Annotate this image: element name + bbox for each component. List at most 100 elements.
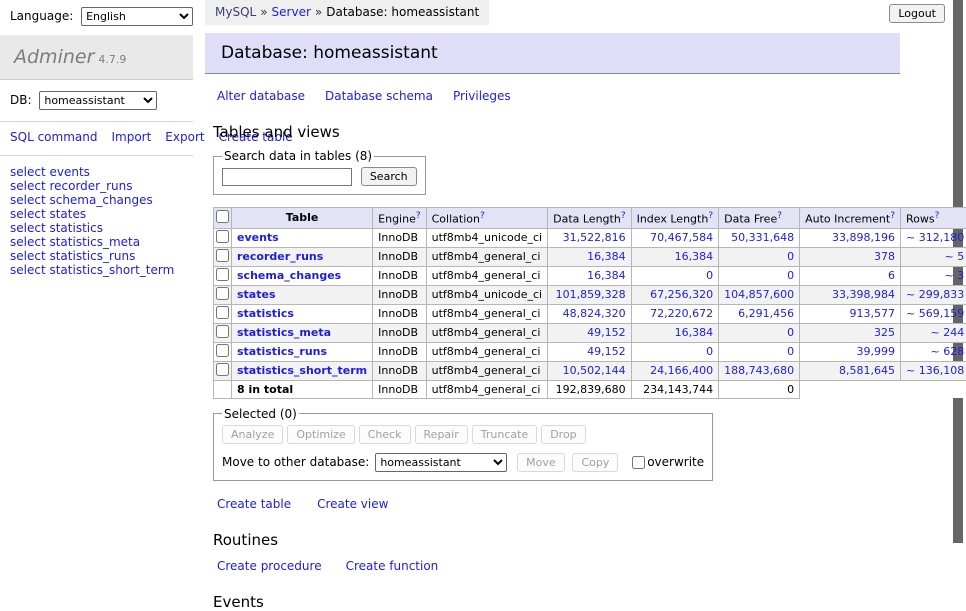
cell-auto-increment-link[interactable]: 913,577 [805,307,895,320]
breadcrumb-item-mysql[interactable]: MySQL [215,5,256,19]
overwrite-checkbox[interactable] [632,456,645,469]
bulk-truncate-button[interactable]: Truncate [472,425,537,444]
cell-data-free-link[interactable]: 0 [724,250,794,263]
cell-data-free-link[interactable]: 0 [724,326,794,339]
table-name-link[interactable]: statistics_short_term [237,364,367,377]
sidebar-action-sql-command[interactable]: SQL command [10,130,97,144]
table-name-link[interactable]: statistics [237,307,294,320]
cell-data-length-link[interactable]: 16,384 [553,269,625,282]
cell-data-length-link[interactable]: 48,824,320 [553,307,625,320]
cell-data-length-link[interactable]: 16,384 [553,250,625,263]
cell-rows-link[interactable]: ~ 3 [906,269,964,282]
row-checkbox[interactable] [216,325,229,338]
select-all-checkbox[interactable] [216,210,229,223]
cell-data-length-link[interactable]: 49,152 [553,326,625,339]
db-action-alter-database[interactable]: Alter database [217,89,305,103]
cell-rows-link[interactable]: ~ 5 [906,250,964,263]
cell-rows-link[interactable]: ~ 628 [906,345,964,358]
row-checkbox[interactable] [216,249,229,262]
cell-data-free-link[interactable]: 0 [724,269,794,282]
db-action-database-schema[interactable]: Database schema [325,89,433,103]
column-hint-link[interactable]: ? [890,211,895,221]
bulk-drop-button[interactable]: Drop [541,425,585,444]
cell-index-length-link[interactable]: 0 [637,269,714,282]
cell-data-length-link[interactable]: 10,502,144 [553,364,625,377]
sidebar-link-select-recorder-runs[interactable]: select recorder_runs [10,179,183,193]
routine-link-create-procedure[interactable]: Create procedure [217,559,322,573]
cell-data-free-link[interactable]: 50,331,648 [724,231,794,244]
cell-data-length-link[interactable]: 49,152 [553,345,625,358]
cell-auto-increment-link[interactable]: 325 [805,326,895,339]
sidebar-link-select-events[interactable]: select events [10,165,183,179]
routine-link-create-function[interactable]: Create function [346,559,439,573]
row-checkbox[interactable] [216,230,229,243]
cell-index-length-link[interactable]: 16,384 [637,326,714,339]
sidebar-link-select-schema-changes[interactable]: select schema_changes [10,193,183,207]
move-db-select[interactable]: homeassistant [375,453,507,472]
table-name-link[interactable]: recorder_runs [237,250,323,263]
create-link-create-view[interactable]: Create view [317,497,388,511]
cell-data-length-link[interactable]: 101,859,328 [553,288,625,301]
logout-button[interactable]: Logout [889,4,945,23]
cell-data-free-link[interactable]: 6,291,456 [724,307,794,320]
move-button[interactable]: Move [517,453,565,472]
cell-data-free-link[interactable]: 104,857,600 [724,288,794,301]
column-hint-link[interactable]: ? [416,211,421,221]
row-checkbox[interactable] [216,268,229,281]
bulk-analyze-button[interactable]: Analyze [222,425,283,444]
cell-auto-increment-link[interactable]: 6 [805,269,895,282]
sidebar-link-select-states[interactable]: select states [10,207,183,221]
sidebar-link-select-statistics-short-term[interactable]: select statistics_short_term [10,263,183,277]
table-name-link[interactable]: events [237,231,279,244]
cell-data-length-link[interactable]: 31,522,816 [553,231,625,244]
sidebar-link-select-statistics-meta[interactable]: select statistics_meta [10,235,183,249]
cell-rows-link[interactable]: ~ 569,159 [906,307,964,320]
cell-auto-increment-link[interactable]: 33,898,196 [805,231,895,244]
breadcrumb-item-server[interactable]: Server [272,5,311,19]
sidebar-action-import[interactable]: Import [111,130,151,144]
column-hint-link[interactable]: ? [777,211,782,221]
row-checkbox[interactable] [216,363,229,376]
table-name-link[interactable]: states [237,288,276,301]
column-hint-link[interactable]: ? [621,211,626,221]
cell-index-length-link[interactable]: 0 [637,345,714,358]
bulk-repair-button[interactable]: Repair [415,425,468,444]
cell-data-free-link[interactable]: 188,743,680 [724,364,794,377]
bulk-optimize-button[interactable]: Optimize [287,425,354,444]
column-hint-link[interactable]: ? [708,211,713,221]
table-name-link[interactable]: schema_changes [237,269,341,282]
language-select[interactable]: English [81,7,193,26]
row-checkbox[interactable] [216,287,229,300]
column-hint-link[interactable]: ? [935,211,940,221]
sidebar-link-select-statistics[interactable]: select statistics [10,221,183,235]
sidebar-action-export[interactable]: Export [165,130,204,144]
cell-rows-link[interactable]: ~ 299,833 [906,288,964,301]
cell-rows-link[interactable]: ~ 312,180 [906,231,964,244]
bulk-check-button[interactable]: Check [359,425,411,444]
search-button[interactable]: Search [361,167,417,186]
cell-index-length-link[interactable]: 72,220,672 [637,307,714,320]
cell-index-length-link[interactable]: 24,166,400 [637,364,714,377]
row-checkbox[interactable] [216,344,229,357]
cell-auto-increment-link[interactable]: 39,999 [805,345,895,358]
table-name-link[interactable]: statistics_meta [237,326,331,339]
cell-rows-link[interactable]: ~ 136,108 [906,364,964,377]
table-name-link[interactable]: statistics_runs [237,345,327,358]
copy-button[interactable]: Copy [572,453,618,472]
db-select[interactable]: homeassistant [39,91,157,110]
sidebar-link-select-statistics-runs[interactable]: select statistics_runs [10,249,183,263]
cell-index-length-link[interactable]: 16,384 [637,250,714,263]
cell-auto-increment-link[interactable]: 8,581,645 [805,364,895,377]
create-link-create-table[interactable]: Create table [217,497,291,511]
row-checkbox[interactable] [216,306,229,319]
cell-auto-increment-link[interactable]: 33,398,984 [805,288,895,301]
cell-data-free-link[interactable]: 0 [724,345,794,358]
cell-auto-increment-link[interactable]: 378 [805,250,895,263]
search-input[interactable] [222,168,352,186]
routines-heading: Routines [213,531,905,549]
cell-rows-link[interactable]: ~ 244 [906,326,964,339]
db-action-privileges[interactable]: Privileges [453,89,511,103]
column-hint-link[interactable]: ? [480,211,485,221]
cell-index-length-link[interactable]: 67,256,320 [637,288,714,301]
cell-index-length-link[interactable]: 70,467,584 [637,231,714,244]
